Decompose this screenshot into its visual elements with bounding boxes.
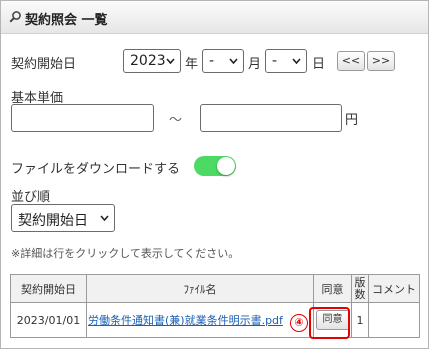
step-marker: ④ <box>290 314 308 332</box>
search-icon <box>9 11 21 23</box>
download-label: ファイルをダウンロードする <box>11 162 181 177</box>
table-row[interactable]: 2023/01/01 労働条件通知書(兼)就業条件明示書.pdf 同意 1 <box>10 302 420 338</box>
cell-comment <box>368 302 420 338</box>
day-select[interactable]: - <box>265 49 307 73</box>
year-select-value: 2023 <box>130 53 166 69</box>
download-toggle[interactable] <box>194 156 236 176</box>
col-start-date: 契約開始日 <box>10 274 87 303</box>
chevron-down-icon <box>292 58 301 64</box>
chevron-down-icon <box>229 58 238 64</box>
base-price-min-field[interactable] <box>11 104 154 132</box>
contract-table: 契約開始日 ﾌｧｲﾙ名 同意 版数 コメント 2023/01/01 労働条件通知… <box>10 274 420 338</box>
month-select-value: - <box>209 53 215 69</box>
chevron-down-icon <box>166 58 175 64</box>
agree-highlight-box <box>309 307 350 339</box>
base-price-max-field[interactable] <box>200 104 342 132</box>
panel-header: 契約照会 一覧 <box>1 1 428 34</box>
prev-button[interactable]: << <box>337 51 365 71</box>
range-separator: ～ <box>169 113 183 128</box>
contract-start-label: 契約開始日 <box>11 57 77 72</box>
sort-select[interactable]: 契約開始日 <box>11 204 115 232</box>
file-link[interactable]: 労働条件通知書(兼)就業条件明示書.pdf <box>88 314 283 327</box>
col-agree: 同意 <box>313 274 352 303</box>
sort-label: 並び順 <box>11 190 51 205</box>
month-select[interactable]: - <box>202 49 244 73</box>
year-select[interactable]: 2023 <box>123 49 181 73</box>
next-button[interactable]: >> <box>367 51 395 71</box>
year-suffix: 年 <box>185 57 199 72</box>
day-suffix: 日 <box>312 57 326 72</box>
cell-version: 1 <box>351 302 369 338</box>
page-title: 契約照会 一覧 <box>25 13 108 28</box>
month-suffix: 月 <box>248 57 262 72</box>
table-header-row: 契約開始日 ﾌｧｲﾙ名 同意 版数 コメント <box>10 274 420 303</box>
cell-file-name: 労働条件通知書(兼)就業条件明示書.pdf <box>86 302 314 338</box>
chevron-down-icon <box>100 215 109 221</box>
contract-panel: 契約照会 一覧 契約開始日 2023 年 - 月 - 日 << >> 基本単価 … <box>0 0 429 349</box>
day-select-value: - <box>272 53 278 69</box>
hint-text: ※詳細は行をクリックして表示してください。 <box>11 247 240 260</box>
col-version: 版数 <box>351 274 369 303</box>
price-unit: 円 <box>345 113 359 128</box>
toggle-knob <box>217 157 235 175</box>
sort-select-value: 契約開始日 <box>18 213 88 229</box>
cell-start-date: 2023/01/01 <box>10 302 87 338</box>
col-file-name: ﾌｧｲﾙ名 <box>86 274 314 303</box>
col-comment: コメント <box>368 274 420 303</box>
